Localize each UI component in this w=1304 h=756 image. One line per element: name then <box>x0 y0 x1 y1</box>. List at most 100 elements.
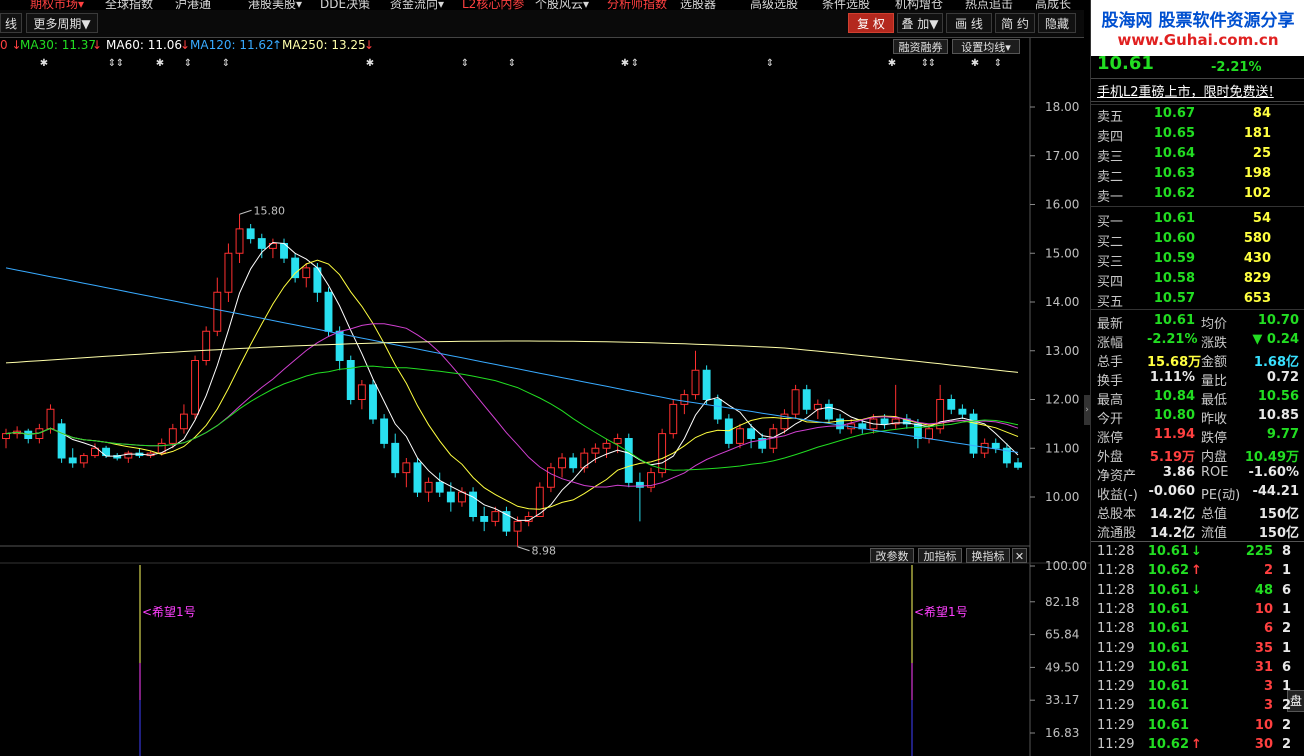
event-marker-icon[interactable]: ⇕ <box>631 58 639 69</box>
orderbook-price[interactable]: 10.65 <box>1153 126 1195 141</box>
more-periods-dropdown[interactable]: 更多周期▼ <box>26 13 98 33</box>
stat-value: 10.61 <box>1153 313 1195 328</box>
tick-volume: 30 <box>1254 737 1273 752</box>
candle <box>502 506 511 536</box>
event-marker-icon[interactable]: ⇕ <box>461 58 469 69</box>
candle <box>135 448 144 458</box>
tick-time: 11:28 <box>1097 582 1135 598</box>
tick-count: 1 <box>1281 601 1291 617</box>
orderbook-price[interactable]: 10.59 <box>1153 251 1195 266</box>
candle <box>647 467 655 493</box>
candle <box>569 453 578 473</box>
orderbook-price[interactable]: 10.61 <box>1153 211 1195 226</box>
top-menu-item[interactable]: 机构增仓 <box>895 0 943 10</box>
top-menu-item[interactable]: 条件选股 <box>822 0 870 10</box>
promo-banner[interactable]: 手机L2重磅上市，限时免费送! <box>1091 78 1304 102</box>
top-menu-item[interactable]: 热点追击 <box>965 0 1013 10</box>
top-menu-item[interactable]: 港股美股▾ <box>248 0 302 10</box>
toolbar-button[interactable]: 画 线 <box>946 13 992 33</box>
orderbook-volume: 829 <box>1243 271 1271 286</box>
swap-indicator-button[interactable]: 换指标 <box>966 548 1010 563</box>
top-menu-item[interactable]: L2核心内参 <box>462 0 524 10</box>
top-menu-item[interactable]: 高级选股 <box>750 0 798 10</box>
candle <box>435 472 444 497</box>
top-menu-item[interactable]: 分析师指数 <box>607 0 667 10</box>
toolbar-button[interactable]: 叠 加▼ <box>897 13 943 33</box>
close-indicator-button[interactable]: ✕ <box>1012 548 1027 563</box>
top-menu-item[interactable]: 沪港通 <box>175 0 211 10</box>
orderbook-label: 卖四 <box>1097 130 1124 145</box>
event-marker-icon[interactable]: ✱ <box>40 58 48 69</box>
orderbook-label: 买二 <box>1097 235 1124 250</box>
event-marker-icon[interactable]: ⇕ <box>994 58 1002 69</box>
tick-time: 11:29 <box>1097 679 1135 695</box>
signal-label: <希望1号 <box>142 604 196 619</box>
top-menu-item[interactable]: 个股风云▾ <box>535 0 589 10</box>
top-menu-item[interactable]: DDE决策 <box>320 0 370 10</box>
orderbook-price[interactable]: 10.64 <box>1153 146 1195 161</box>
tick-volume: 6 <box>1263 621 1273 637</box>
candle <box>224 243 233 302</box>
tick-count: 1 <box>1281 679 1291 695</box>
divider <box>1091 104 1304 105</box>
toolbar-button[interactable]: 复 权 <box>848 13 894 33</box>
orderbook-price[interactable]: 10.58 <box>1153 271 1195 286</box>
event-marker-icon[interactable]: ✱ <box>366 58 374 69</box>
orderbook-price[interactable]: 10.67 <box>1153 106 1195 121</box>
indicator-tick-label: 33.17 <box>1045 693 1079 707</box>
event-marker-icon[interactable]: ✱ <box>621 58 629 69</box>
event-marker-icon[interactable]: ✱ <box>156 58 164 69</box>
tick-volume: 2 <box>1263 563 1273 579</box>
event-marker-icon[interactable]: ✱ <box>888 58 896 69</box>
logo: 股海网 股票软件资源分享 <box>1101 11 1295 31</box>
y-tick-label: 18.00 <box>1045 100 1079 114</box>
tick-volume: 3 <box>1263 679 1273 695</box>
candle <box>246 224 255 244</box>
main-chart[interactable]: 18.00 17.00 16.00 15.00 14.00 13.00 12.00 11.00… <box>0 38 1090 756</box>
promo-link[interactable]: 手机L2重磅上市，限时免费送! <box>1097 81 1274 100</box>
event-marker-icon[interactable]: ⇕ <box>508 58 516 69</box>
toolbar-button[interactable]: 隐藏 <box>1038 13 1076 33</box>
stat-value: 5.19万 <box>1149 450 1195 465</box>
candle <box>947 394 956 415</box>
stat-value: 1.11% <box>1149 370 1195 385</box>
stat-value: 150亿 <box>1258 526 1299 541</box>
event-marker-icon[interactable]: ⇕ <box>222 58 230 69</box>
add-indicator-button[interactable]: 加指标 <box>918 548 962 563</box>
candle <box>658 428 667 478</box>
top-menu-item[interactable]: 选股器 <box>680 0 716 10</box>
y-tick-label: 15.00 <box>1045 246 1079 260</box>
toolbar-line-button[interactable]: 线 <box>0 13 22 33</box>
candle <box>691 350 700 400</box>
candle <box>669 399 678 439</box>
stat-value: 9.77 <box>1266 427 1299 442</box>
event-marker-icon[interactable]: ⇕ <box>116 58 124 69</box>
tick-time: 11:28 <box>1097 621 1135 637</box>
orderbook-price[interactable]: 10.63 <box>1153 166 1195 181</box>
top-menu-bar: 期权市场▾ 全球指数 沪港通 港股美股▾ DDE决策 资金流向▾ L2核心内参 个股风云▾ 分析… <box>0 0 1084 10</box>
top-menu-item[interactable]: 期权市场▾ <box>30 0 84 10</box>
tick-direction-icon: ↑ <box>1191 737 1202 752</box>
toolbar-button[interactable]: 简 约 <box>995 13 1035 33</box>
stat-value: 10.56 <box>1257 389 1299 404</box>
top-menu-item[interactable]: 全球指数 <box>105 0 153 10</box>
candle <box>469 487 478 522</box>
event-marker-icon[interactable]: ⇕ <box>928 58 936 69</box>
event-marker-icon[interactable]: ✱ <box>971 58 979 69</box>
top-menu-item[interactable]: 资金流向▾ <box>390 0 444 10</box>
event-marker-icon[interactable]: ⇕ <box>766 58 774 69</box>
orderbook-price[interactable]: 10.62 <box>1153 186 1195 201</box>
candle <box>57 419 66 463</box>
orderbook-price[interactable]: 10.60 <box>1153 231 1195 246</box>
event-marker-icon[interactable]: ⇕ <box>184 58 192 69</box>
candle <box>324 287 333 337</box>
candle <box>958 404 967 419</box>
edit-params-button[interactable]: 改参数 <box>870 548 914 563</box>
candle <box>1014 458 1022 470</box>
ma5-line <box>5 241 1019 521</box>
candle <box>2 428 10 449</box>
stat-value: 14.2亿 <box>1149 507 1195 522</box>
top-menu-item[interactable]: 高成长 <box>1035 0 1071 10</box>
orderbook-price[interactable]: 10.57 <box>1153 291 1195 306</box>
candle <box>124 450 133 463</box>
